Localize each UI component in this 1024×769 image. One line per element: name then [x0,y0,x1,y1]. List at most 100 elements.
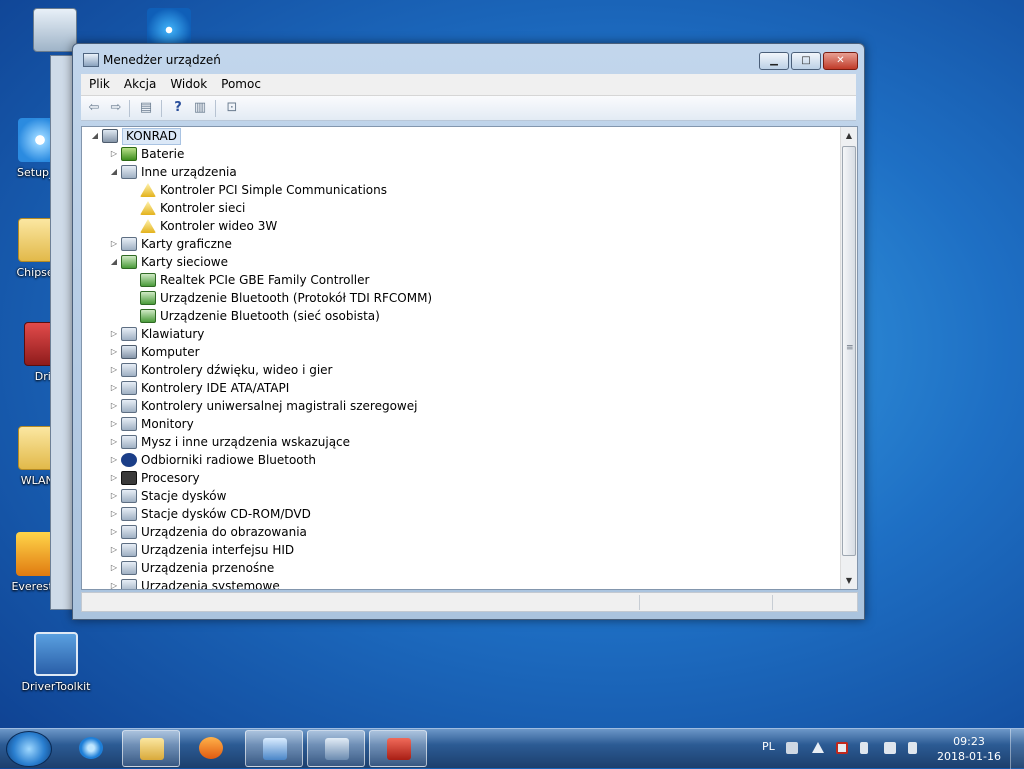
network-icon[interactable] [884,742,896,754]
device-manager-window: Menedżer urządzeń ▁ □ ✕ Plik Akcja Widok Po… [72,43,865,620]
tree-item-label: Procesory [141,471,200,485]
language-indicator[interactable]: PL [762,740,775,753]
taskbar-media-player[interactable] [182,730,240,767]
minimize-button[interactable]: ▁ [759,52,789,70]
menu-plik[interactable]: Plik [81,74,116,91]
scroll-thumb[interactable]: ≡ [842,146,856,556]
collapse-icon[interactable]: ◢ [90,127,100,145]
battery-icon[interactable] [860,742,868,754]
expand-icon[interactable]: ▷ [109,469,119,487]
taskbar-toolbox[interactable] [369,730,427,767]
device-manager-icon [83,53,99,67]
expand-icon[interactable]: ▷ [109,559,119,577]
expand-icon[interactable]: ▷ [109,541,119,559]
mouse-icon [121,435,137,449]
system-device-icon [121,579,137,589]
network-adapter-icon [140,273,156,287]
expand-icon[interactable]: ▷ [109,415,119,433]
tree-item-label: Karty sieciowe [141,255,229,269]
warning-device-icon [140,219,156,233]
action-center-icon[interactable] [836,742,848,754]
view-icon[interactable]: ▥ [191,100,209,116]
tree-item-label: Urządzenie Bluetooth (sieć osobista) [160,309,380,323]
maximize-button[interactable]: □ [791,52,821,70]
properties-icon[interactable]: ▤ [137,100,155,116]
tree-item-label: Urządzenia systemowe [141,579,280,590]
menu-widok[interactable]: Widok [162,74,213,91]
expand-icon[interactable]: ▷ [109,487,119,505]
computer-icon [121,345,137,359]
start-button[interactable] [6,731,52,767]
expand-icon[interactable]: ▷ [109,145,119,163]
expand-icon[interactable]: ▷ [109,523,119,541]
collapse-icon[interactable]: ◢ [109,253,119,271]
vertical-scrollbar[interactable]: ▲ ≡ ▼ [840,127,857,589]
toolbar-separator [161,100,162,117]
taskbar-control-panel[interactable] [245,730,303,767]
menu-pomoc[interactable]: Pomoc [213,74,267,91]
toolbar-separator [129,100,130,117]
desktop-icon-drivertoolkit[interactable]: DriverToolkit [18,632,94,693]
recycle-bin-icon [33,8,77,52]
menu-bar: Plik Akcja Widok Pomoc [81,74,856,96]
tree-item-label: Kontroler wideo 3W [160,219,278,233]
status-separator [772,595,773,610]
network-adapter-icon [121,255,137,269]
tray-arrow-icon[interactable] [812,742,824,753]
expand-icon[interactable]: ▷ [109,577,119,589]
expand-icon[interactable]: ▷ [109,397,119,415]
ide-controller-icon [121,381,137,395]
device-tree[interactable]: ◢ KONRAD ▷ Baterie ◢ Inne urządzenia Kontrol… [81,126,858,590]
back-icon[interactable]: ⇦ [85,100,103,116]
expand-icon[interactable]: ▷ [109,343,119,361]
hid-icon [121,543,137,557]
computer-icon [102,129,118,143]
tree-item-label: Kontrolery IDE ATA/ATAPI [141,381,290,395]
taskbar-internet-explorer[interactable] [62,730,120,767]
monitor-icon [121,417,137,431]
expand-icon[interactable]: ▷ [109,235,119,253]
battery-icon [121,147,137,161]
expand-icon[interactable]: ▷ [109,433,119,451]
menu-akcja[interactable]: Akcja [116,74,162,91]
expand-icon[interactable]: ▷ [109,379,119,397]
tree-root-label: KONRAD [122,128,181,145]
explorer-folder-icon [140,738,164,760]
tree-item-label: Urządzenia do obrazowania [141,525,307,539]
warning-device-icon [140,183,156,197]
taskbar-device-manager[interactable] [307,730,365,767]
tree-item-label: Inne urządzenia [141,165,237,179]
tree-item-label: Klawiatury [141,327,205,341]
expand-icon[interactable]: ▷ [109,325,119,343]
scroll-down-icon[interactable]: ▼ [841,572,857,589]
show-desktop-button[interactable] [1010,729,1024,769]
volume-icon[interactable] [908,742,917,754]
bluetooth-icon [121,453,137,467]
portable-device-icon [121,561,137,575]
expand-icon[interactable]: ▷ [109,451,119,469]
tree-item-label: Komputer [141,345,200,359]
maximize-icon: □ [801,55,811,66]
tree-item-label: Urządzenia interfejsu HID [141,543,295,557]
keyboard-icon [121,327,137,341]
clock-time: 09:23 [953,735,985,748]
scan-hardware-icon[interactable]: ⊡ [223,100,241,116]
tree-item-label: Odbiorniki radiowe Bluetooth [141,453,316,467]
expand-icon [128,307,138,325]
media-player-icon [199,737,223,759]
grip-icon: ≡ [846,343,854,353]
tree-item-label: Karty graficzne [141,237,232,251]
keyboard-icon[interactable] [786,742,798,754]
scroll-up-icon[interactable]: ▲ [841,127,857,144]
expand-icon[interactable]: ▷ [109,361,119,379]
toolbox-icon [387,738,411,760]
help-icon[interactable]: ? [169,100,187,116]
collapse-icon[interactable]: ◢ [109,163,119,181]
expand-icon[interactable]: ▷ [109,505,119,523]
close-button[interactable]: ✕ [823,52,858,70]
taskbar-explorer[interactable] [122,730,180,767]
clock[interactable]: 09:23 2018-01-16 [936,734,1002,764]
forward-icon[interactable]: ⇨ [107,100,125,116]
close-icon: ✕ [836,55,845,66]
title-bar[interactable]: Menedżer urządzeń ▁ □ ✕ [73,44,864,74]
